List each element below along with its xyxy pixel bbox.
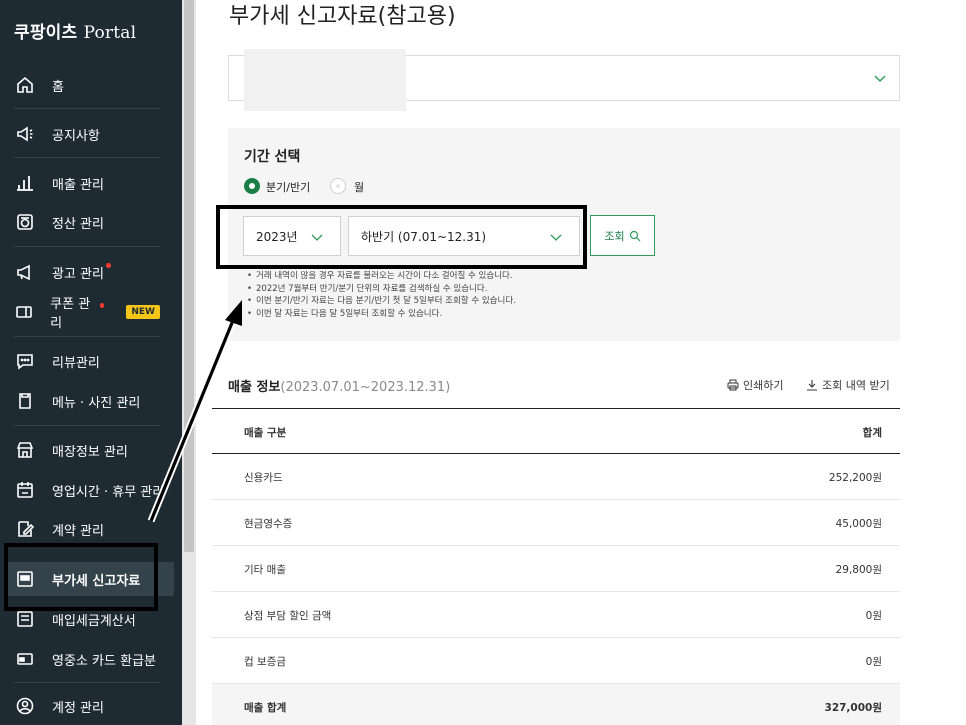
sidebar-item-label: 공지사항 bbox=[52, 128, 100, 144]
print-button[interactable]: 인쇄하기 bbox=[727, 377, 783, 393]
table-row: 컵 보증금 0원 bbox=[212, 638, 900, 684]
sidebar-item-label: 계약 관리 bbox=[52, 523, 104, 539]
radio-label-month: 월 bbox=[354, 181, 365, 194]
ad-megaphone-icon bbox=[14, 261, 36, 283]
sidebar: 쿠팡이츠 Portal 홈 공지사항 매출 관리 정산 관리 광고 관리 쿠폰 … bbox=[0, 0, 182, 725]
coupon-icon bbox=[14, 301, 34, 323]
sidebar-item-hours[interactable]: 영업시간 · 휴무 관리 bbox=[14, 472, 184, 508]
sidebar-scrollbar-thumb[interactable] bbox=[184, 0, 194, 552]
sidebar-item-label: 계정 관리 bbox=[52, 700, 104, 716]
sidebar-item-settlement[interactable]: 정산 관리 bbox=[14, 204, 160, 240]
megaphone-icon bbox=[14, 123, 36, 145]
download-button[interactable]: 조회 내역 받기 bbox=[806, 377, 890, 393]
note-item: 2022년 7월부터 반기/분기 단위의 자료를 검색하실 수 있습니다. bbox=[247, 283, 516, 296]
sidebar-item-label: 홈 bbox=[52, 79, 64, 95]
sidebar-item-label: 메뉴 · 사진 관리 bbox=[52, 395, 141, 411]
bar-chart-icon bbox=[14, 172, 36, 194]
sidebar-item-label: 광고 관리 bbox=[52, 266, 104, 282]
notification-dot bbox=[105, 262, 111, 268]
table-total-row: 매출 합계 327,000원 bbox=[212, 684, 900, 725]
new-badge: NEW bbox=[126, 305, 160, 319]
calendar-icon bbox=[14, 479, 36, 501]
radio-label-quarter-half: 분기/반기 bbox=[266, 181, 311, 194]
menu-photo-icon bbox=[14, 390, 36, 412]
table-row: 상점 부담 할인 금액 0원 bbox=[212, 592, 900, 638]
sidebar-item-contract[interactable]: 계약 관리 bbox=[14, 511, 160, 547]
sidebar-item-label: 매장정보 관리 bbox=[52, 444, 128, 460]
sales-info-title: 매출 정보(2023.07.01~2023.12.31) bbox=[228, 380, 451, 395]
tax-invoice-icon bbox=[14, 608, 36, 630]
review-icon bbox=[14, 350, 36, 372]
sidebar-item-coupon[interactable]: 쿠폰 관리 NEW bbox=[14, 294, 160, 331]
sidebar-item-ads[interactable]: 광고 관리 bbox=[14, 254, 160, 290]
note-item: 이번 달 자료는 다음 달 5일부터 조회할 수 있습니다. bbox=[247, 308, 516, 321]
sidebar-item-label: 매출 관리 bbox=[52, 177, 104, 193]
sidebar-item-label: 영중소 카드 환급분 bbox=[52, 653, 156, 669]
sidebar-item-account[interactable]: 계정 관리 bbox=[14, 688, 160, 724]
annotation-box-sidebar bbox=[4, 543, 158, 611]
annotation-box-period bbox=[216, 205, 587, 269]
radio-quarter-half[interactable] bbox=[244, 178, 260, 194]
chevron-down-icon bbox=[874, 75, 886, 82]
sidebar-item-label: 쿠폰 관리 bbox=[50, 297, 91, 331]
sidebar-item-sales[interactable]: 매출 관리 bbox=[14, 165, 160, 201]
sidebar-item-label: 매입세금계산서 bbox=[52, 613, 136, 629]
sidebar-item-home[interactable]: 홈 bbox=[14, 67, 160, 103]
query-button-label: 조회 bbox=[604, 229, 625, 243]
period-notes: 거래 내역이 많을 경우 자료를 불러오는 시간이 다소 걸어질 수 있습니다.… bbox=[247, 270, 516, 320]
table-row: 기타 매출 29,800원 bbox=[212, 546, 900, 592]
page-title: 부가세 신고자료(참고용) bbox=[229, 4, 456, 29]
store-icon bbox=[14, 439, 36, 461]
table-row: 현금영수증 45,000원 bbox=[212, 500, 900, 546]
sidebar-item-menu-photo[interactable]: 메뉴 · 사진 관리 bbox=[14, 383, 160, 419]
table-header-row: 매출 구분 합계 bbox=[212, 408, 900, 454]
contract-icon bbox=[14, 518, 36, 540]
sidebar-item-label: 영업시간 · 휴무 관리 bbox=[52, 484, 165, 500]
sidebar-item-card-refund[interactable]: 영중소 카드 환급분 bbox=[14, 641, 184, 677]
download-icon bbox=[807, 380, 817, 391]
sidebar-item-store-info[interactable]: 매장정보 관리 bbox=[14, 432, 160, 468]
sidebar-item-review[interactable]: 리뷰관리 bbox=[14, 343, 160, 379]
sales-table: 매출 구분 합계 신용카드 252,200원 현금영수증 45,000원 기타 … bbox=[212, 408, 900, 725]
note-item: 이번 분기/반기 자료는 다음 분기/반기 첫 달 5일부터 조회할 수 있습니… bbox=[247, 295, 516, 308]
sidebar-item-label: 리뷰관리 bbox=[52, 355, 100, 371]
card-icon bbox=[14, 648, 36, 670]
search-icon bbox=[629, 230, 641, 241]
note-item: 거래 내역이 많을 경우 자료를 불러오는 시간이 다소 걸어질 수 있습니다. bbox=[247, 270, 516, 283]
query-button[interactable]: 조회 bbox=[590, 215, 655, 256]
table-row: 신용카드 252,200원 bbox=[212, 454, 900, 500]
brand-logo[interactable]: 쿠팡이츠 Portal bbox=[14, 18, 136, 43]
notification-dot bbox=[99, 302, 105, 308]
period-title: 기간 선택 bbox=[244, 149, 301, 165]
sidebar-item-notice[interactable]: 공지사항 bbox=[14, 116, 160, 152]
settlement-icon bbox=[14, 211, 36, 233]
radio-month[interactable] bbox=[330, 178, 346, 194]
home-icon bbox=[14, 74, 36, 96]
printer-icon bbox=[727, 379, 739, 391]
redacted-store-name bbox=[244, 49, 406, 111]
account-icon bbox=[14, 695, 36, 717]
sidebar-item-label: 정산 관리 bbox=[52, 216, 104, 232]
